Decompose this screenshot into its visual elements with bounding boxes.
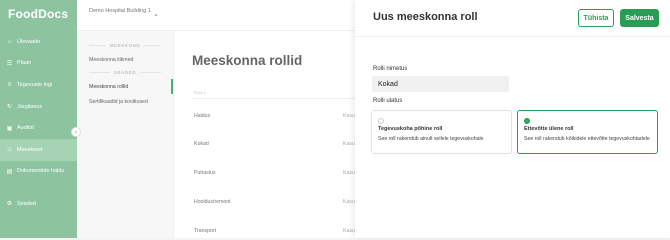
list-icon: ☰ bbox=[6, 60, 13, 67]
table-row[interactable]: Haldus bbox=[194, 113, 210, 119]
document-icon: ▤ bbox=[6, 168, 13, 175]
option-title: Ettevõtte ülene roll bbox=[524, 126, 574, 132]
app-logo: FoodDocs bbox=[8, 7, 69, 21]
scope-option-company[interactable]: Ettevõtte ülene roll See roll rakendub k… bbox=[517, 110, 658, 154]
submenu-item-certificates[interactable]: Sertifikaadid ja koolitused bbox=[77, 94, 173, 109]
radio-button-selected[interactable] bbox=[524, 118, 530, 124]
scope-option-location[interactable]: Tegevuskoha põhine roll See roll rakendu… bbox=[371, 110, 512, 154]
sidebar-item-label: Seaded bbox=[17, 200, 36, 207]
sidebar-item-label: Meeskond bbox=[17, 146, 43, 153]
table-cell-scope: Kasu bbox=[343, 113, 355, 119]
submenu-item-roles[interactable]: Meeskonna rollid bbox=[77, 79, 173, 94]
role-name-value: Kokad bbox=[378, 80, 398, 88]
building-selector[interactable]: Demo Hospital Building 1 bbox=[89, 7, 159, 15]
checklist-icon: ≡ bbox=[7, 81, 12, 88]
page-title: Meeskonna rollid bbox=[192, 53, 303, 68]
option-description: See roll rakendub kõikidele ettevõtte te… bbox=[524, 136, 650, 142]
sidebar-item-label: Auditid bbox=[17, 125, 34, 132]
table-cell-scope: Kasu bbox=[343, 141, 355, 147]
cancel-button[interactable]: Tühista bbox=[578, 9, 614, 27]
follow-up-icon: ↻ bbox=[6, 104, 13, 111]
option-description: See roll rakendub ainult sellele tegevus… bbox=[378, 136, 484, 142]
table-row[interactable]: Transport bbox=[194, 228, 216, 234]
table-row[interactable]: Kokad bbox=[194, 141, 209, 147]
role-scope-label: Rolli ulatus bbox=[373, 98, 403, 104]
sidebar-item-plan[interactable]: ☰ Plaan bbox=[0, 53, 77, 75]
header-divider bbox=[192, 98, 355, 99]
chevron-left-icon: ‹ bbox=[74, 128, 78, 136]
table-row[interactable]: Hooldus/remont bbox=[194, 199, 231, 205]
submenu-heading-settings: SEADED bbox=[77, 67, 173, 77]
sidebar-item-overview[interactable]: ⌂ Ülevaade bbox=[0, 31, 77, 53]
gear-icon: ⚙ bbox=[6, 201, 13, 208]
sidebar-item-settings[interactable]: ⚙ Seaded bbox=[0, 193, 77, 215]
radio-button[interactable] bbox=[378, 118, 384, 124]
panel-divider bbox=[355, 36, 670, 37]
topbar: Demo Hospital Building 1 ⌄ bbox=[77, 0, 355, 31]
collapse-sidebar-button[interactable]: ‹ bbox=[71, 127, 81, 137]
table-cell-scope: Kasu bbox=[343, 170, 355, 176]
panel-title: Uus meeskonna roll bbox=[373, 11, 478, 23]
sidebar-item-label: Järgitavus bbox=[17, 103, 43, 110]
sidebar-item-label: Ülevaade bbox=[17, 38, 41, 45]
sidebar-item-follow-up[interactable]: ↻ Järgitavus bbox=[0, 96, 77, 118]
home-icon: ⌂ bbox=[7, 38, 12, 45]
sidebar-item-team[interactable]: ☺ Meeskond bbox=[0, 138, 77, 161]
save-button[interactable]: Salvesta bbox=[620, 9, 659, 27]
column-header-role: ROLL bbox=[194, 90, 207, 95]
submenu-item-members[interactable]: Meeskonna liikmed bbox=[77, 52, 173, 67]
sidebar-item-audits[interactable]: ▣ Auditid bbox=[0, 117, 77, 139]
sidebar-item-label: Dokumentide haldu bbox=[17, 168, 65, 175]
option-title: Tegevuskoha põhine roll bbox=[378, 126, 443, 132]
table-row[interactable]: Puhastus bbox=[194, 170, 216, 176]
sidebar-item-documents[interactable]: ▤ Dokumentide haldu bbox=[0, 161, 77, 183]
new-role-panel: Uus meeskonna roll Tühista Salvesta Roll… bbox=[355, 0, 670, 238]
role-name-label: Rolli nimetus bbox=[373, 66, 408, 72]
chevron-down-icon[interactable]: ⌄ bbox=[153, 10, 159, 18]
team-submenu: MEESKOND Meeskonna liikmed SEADED Meesko… bbox=[77, 31, 174, 238]
sidebar-nav: ⌂ Ülevaade ☰ Plaan ≡ Tegevuste logi ↻ Jä… bbox=[0, 31, 77, 215]
submenu-heading-team: MEESKOND bbox=[77, 40, 173, 50]
table-cell-scope: Kasu bbox=[343, 228, 355, 234]
team-icon: ☺ bbox=[6, 146, 13, 153]
role-name-field[interactable]: Kokad bbox=[372, 76, 509, 92]
sidebar-item-label: Tegevuste logi bbox=[17, 81, 53, 88]
sidebar-item-activity-log[interactable]: ≡ Tegevuste logi bbox=[0, 74, 77, 96]
main-content: Meeskonna rollid ROLL Haldus Kasu Kokad … bbox=[174, 31, 355, 238]
audit-icon: ▣ bbox=[6, 125, 13, 132]
sidebar: FoodDocs ⌂ Ülevaade ☰ Plaan ≡ Tegevuste … bbox=[0, 0, 77, 238]
sidebar-item-label: Plaan bbox=[17, 60, 32, 67]
table-cell-scope: Kasu bbox=[343, 199, 355, 205]
